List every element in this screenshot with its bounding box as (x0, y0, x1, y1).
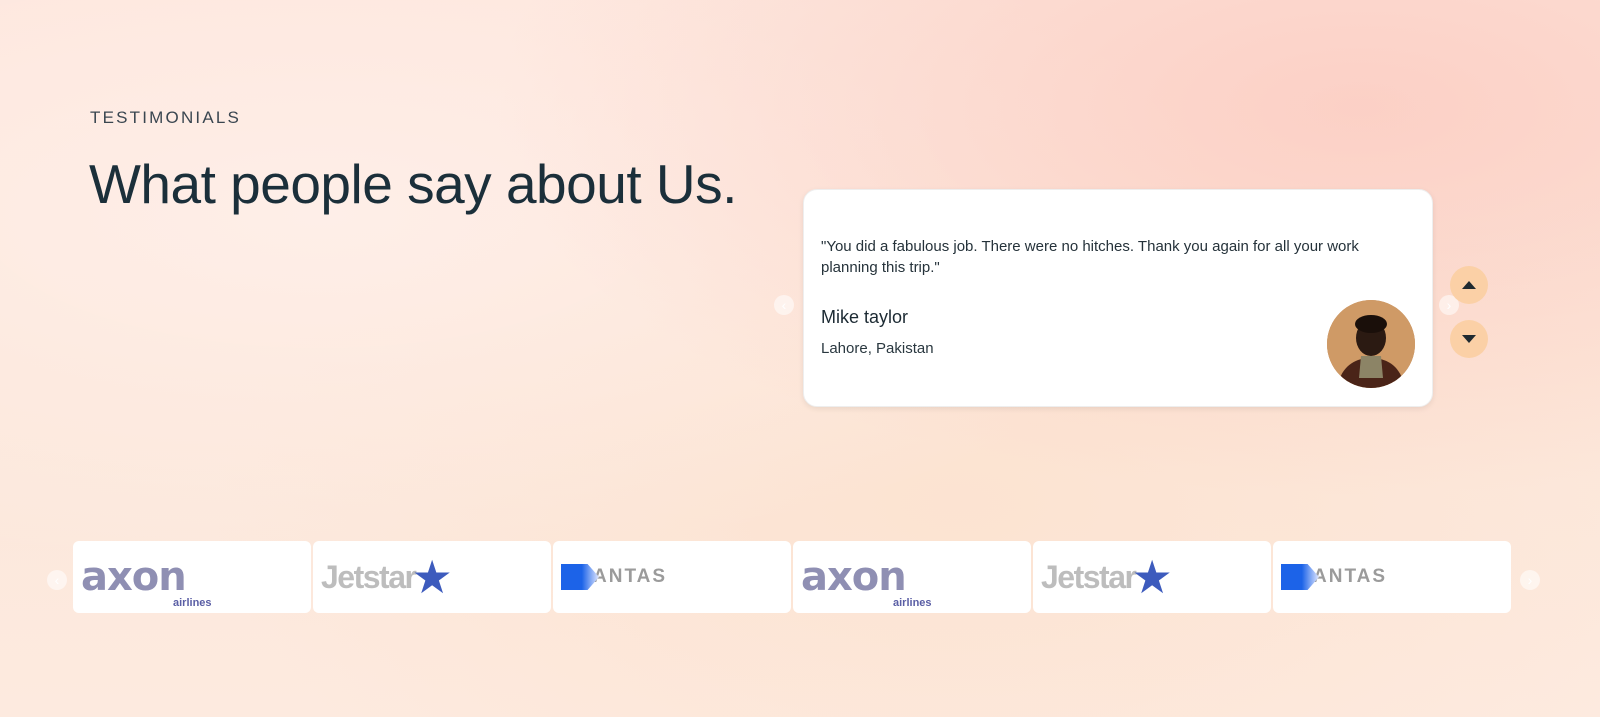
author-name: Mike taylor (821, 307, 909, 327)
qantas-logo: ANTAS (593, 566, 668, 587)
logo-tile-qantas[interactable]: ANTAS (1273, 541, 1511, 613)
author-location: Lahore, Pakistan (821, 340, 934, 357)
axon-sub: airlines (173, 597, 212, 609)
arrow-up-icon (1462, 281, 1476, 289)
section-headline: What people say about Us. (89, 153, 737, 215)
testimonial-card: "You did a fabulous job. There were no h… (803, 189, 1433, 407)
logo-tile-jetstar[interactable]: Jetstar ★ (1033, 541, 1271, 613)
testimonial-quote: "You did a fabulous job. There were no h… (821, 238, 1359, 276)
qantas-logo: ANTAS (1313, 566, 1388, 587)
person-photo-icon (1327, 300, 1415, 388)
scroll-up-button[interactable] (1450, 266, 1488, 304)
author-avatar (1327, 300, 1415, 388)
logo-tile-jetstar[interactable]: Jetstar ★ (313, 541, 551, 613)
jetstar-logo: Jetstar (1041, 558, 1137, 595)
logo-tile-qantas[interactable]: ANTAS (553, 541, 791, 613)
axon-logo: axon (81, 554, 187, 600)
star-icon: ★ (411, 551, 453, 603)
axon-logo: axon (801, 554, 907, 600)
logo-tile-axon[interactable]: axon airlines (73, 541, 311, 613)
logos-next-arrow[interactable]: › (1520, 570, 1540, 590)
partner-logos: axon airlines Jetstar ★ ANTAS axon airli… (73, 541, 1513, 613)
star-icon: ★ (1131, 551, 1173, 603)
axon-sub: airlines (893, 597, 932, 609)
logo-tile-axon[interactable]: axon airlines (793, 541, 1031, 613)
testimonial-prev-arrow[interactable]: ‹ (774, 295, 794, 315)
jetstar-logo: Jetstar (321, 558, 417, 595)
arrow-down-icon (1462, 335, 1476, 343)
scroll-down-button[interactable] (1450, 320, 1488, 358)
logos-prev-arrow[interactable]: ‹ (47, 570, 67, 590)
section-eyebrow: TESTIMONIALS (90, 108, 242, 127)
